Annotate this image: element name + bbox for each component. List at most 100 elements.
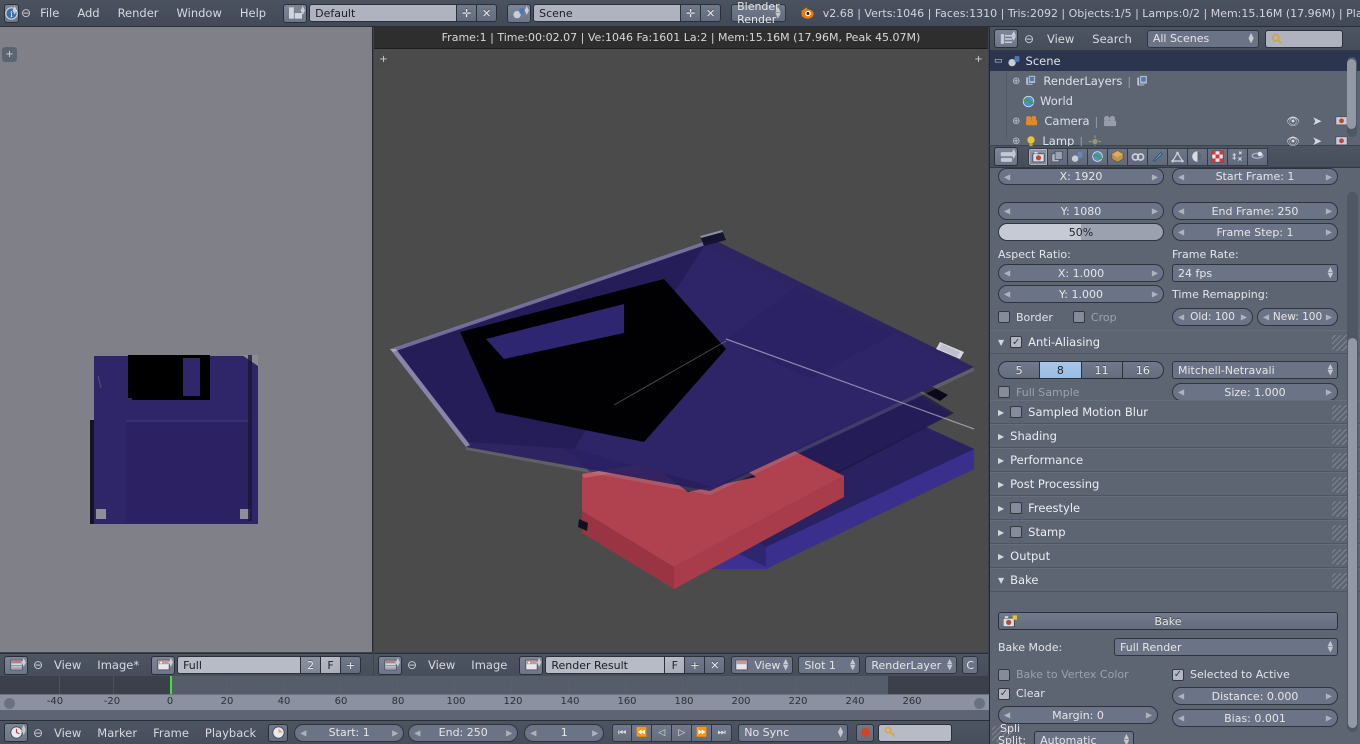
bake-mode-dropdown[interactable]: Full Render ▲ ▼ — [1114, 638, 1338, 656]
renderlayer-datablock-icon[interactable] — [1136, 74, 1150, 88]
frame-rate-dropdown[interactable]: 24 fps ▲ ▼ — [1172, 264, 1338, 282]
aa-samples-8[interactable]: 8 — [1040, 361, 1082, 379]
current-frame-field[interactable]: ◀ 1 ▶ — [524, 723, 605, 742]
decrement-arrow-icon[interactable]: ◀ — [1004, 711, 1010, 720]
properties-tab-physics[interactable] — [1248, 147, 1268, 166]
render-canvas[interactable]: + + — [374, 49, 988, 652]
expand-plus-icon[interactable]: ⊕ — [1012, 76, 1020, 87]
render-result-name-field[interactable]: Render Result — [545, 656, 666, 674]
outliner-display-mode-dropdown[interactable]: All Scenes ▲ ▼ — [1146, 29, 1259, 48]
decrement-arrow-icon[interactable]: ◀ — [1178, 692, 1184, 701]
properties-tab-modifiers[interactable] — [1148, 147, 1168, 166]
timeline-menu-frame[interactable]: Frame — [145, 721, 197, 744]
resolution-y-field[interactable]: ◀ Y: 1080 ▶ — [998, 202, 1164, 220]
outliner-search-input[interactable] — [1264, 29, 1343, 48]
panel-header-output[interactable]: ▶ Output — [990, 544, 1360, 568]
editor-type-properties-icon[interactable]: ▲ ▼ — [994, 147, 1018, 166]
panel-header-stamp[interactable]: ▶ Stamp — [990, 520, 1360, 544]
aa-size-field[interactable]: ◀ Size: 1.000 ▶ — [1172, 383, 1338, 401]
properties-tab-material[interactable] — [1188, 147, 1208, 166]
menu-add[interactable]: Add — [68, 0, 108, 27]
render-result-datablock-icon[interactable]: ▲ ▼ — [519, 655, 544, 675]
decrement-arrow-icon[interactable]: ◀ — [1178, 313, 1184, 322]
editor-type-uv-icon[interactable]: ▲ ▼ — [4, 655, 28, 675]
panel-expand-triangle-icon[interactable]: ▶ — [998, 456, 1004, 465]
decrement-arrow-icon[interactable]: ◀ — [1178, 388, 1184, 397]
image-view-mode-dropdown[interactable]: View ▲ ▼ — [731, 656, 794, 674]
play-reverse-button[interactable]: ◁ — [652, 723, 673, 742]
camera-data-icon[interactable] — [1103, 115, 1118, 128]
timeline-collapse-menu-icon[interactable]: ⊖ — [30, 726, 46, 740]
properties-tab-scene[interactable] — [1068, 147, 1088, 166]
increment-arrow-icon[interactable]: ▶ — [1326, 313, 1332, 322]
aa-samples-11[interactable]: 11 — [1081, 361, 1123, 379]
aa-samples-16[interactable]: 16 — [1122, 361, 1164, 379]
resolution-x-field[interactable]: ◀ X: 1920 ▶ — [998, 168, 1164, 185]
menu-render[interactable]: Render — [109, 0, 168, 27]
timeline-menu-marker[interactable]: Marker — [89, 721, 145, 744]
timeline-scrollbar-right-handle[interactable] — [974, 698, 985, 709]
properties-tab-object[interactable] — [1108, 147, 1128, 166]
render-result-new-button[interactable]: + — [685, 656, 706, 674]
outliner-item-world[interactable]: World — [990, 91, 1360, 111]
image-menu-image[interactable]: Image — [463, 654, 515, 677]
start-frame-field[interactable]: ◀ Start Frame: 1 ▶ — [1172, 168, 1338, 185]
menu-window[interactable]: Window — [168, 0, 231, 27]
decrement-arrow-icon[interactable]: ◀ — [1178, 172, 1184, 181]
properties-tab-constraints[interactable] — [1128, 147, 1148, 166]
image-fake-user-button[interactable]: F — [321, 656, 342, 674]
properties-tab-texture[interactable] — [1208, 147, 1228, 166]
render-result-fake-user-button[interactable]: F — [665, 656, 686, 674]
increment-arrow-icon[interactable]: ▶ — [1146, 711, 1152, 720]
increment-arrow-icon[interactable]: ▶ — [1326, 692, 1332, 701]
decrement-arrow-icon[interactable]: ◀ — [1004, 172, 1010, 181]
decrement-arrow-icon[interactable]: ◀ — [1178, 228, 1184, 237]
render-engine-dropdown[interactable]: Blender Render ▲ ▼ — [731, 0, 786, 26]
increment-arrow-icon[interactable]: ▶ — [592, 728, 598, 737]
selected-to-active-checkbox[interactable]: ✓ — [1172, 668, 1184, 681]
editor-type-outliner-icon[interactable]: ▲ ▼ — [994, 29, 1018, 48]
uv-collapse-menu-icon[interactable]: ⊖ — [30, 658, 46, 672]
scene-icon[interactable]: ▲ ▼ — [507, 3, 532, 23]
panel-header-anti-aliasing[interactable]: ▼ ✓ Anti-Aliasing — [990, 330, 1360, 354]
uv-image-name-field[interactable]: Full — [177, 656, 302, 674]
scene-name-field[interactable]: Scene — [533, 4, 682, 22]
aa-filter-dropdown[interactable]: Mitchell-Netravali ▲ ▼ — [1172, 361, 1338, 379]
use-preview-range-button[interactable] — [268, 723, 289, 742]
menu-help[interactable]: Help — [231, 0, 275, 27]
render-pass-dropdown[interactable]: C — [962, 656, 979, 674]
aspect-x-field[interactable]: ◀ X: 1.000 ▶ — [998, 264, 1164, 282]
panel-header-sampled-motion-blur[interactable]: ▶ Sampled Motion Blur — [990, 400, 1360, 424]
timeline-menu-playback[interactable]: Playback — [197, 721, 264, 744]
timeline-scrollbar-left-handle[interactable] — [4, 698, 15, 709]
render-properties-expand-icon[interactable]: + — [971, 52, 986, 67]
panel-expand-triangle-icon[interactable]: ▶ — [998, 504, 1004, 513]
timeline-strip[interactable] — [0, 676, 989, 694]
panel-expand-triangle-icon[interactable]: ▼ — [998, 576, 1004, 585]
margin-field[interactable]: ◀ Margin: 0 ▶ — [998, 706, 1158, 724]
image-new-button[interactable]: + — [341, 656, 362, 674]
distance-field[interactable]: ◀ Distance: 0.000 ▶ — [1172, 687, 1338, 705]
bias-field[interactable]: ◀ Bias: 0.001 ▶ — [1172, 709, 1338, 727]
render-layer-dropdown[interactable]: RenderLayer ▲ ▼ — [865, 656, 958, 674]
decrement-arrow-icon[interactable]: ◀ — [414, 728, 420, 737]
properties-tab-render[interactable] — [1028, 147, 1048, 166]
end-frame-field[interactable]: ◀ End: 250 ▶ — [408, 723, 519, 742]
next-keyframe-button[interactable]: ⏩ — [692, 723, 713, 742]
increment-arrow-icon[interactable]: ▶ — [1326, 388, 1332, 397]
border-checkbox[interactable] — [998, 311, 1010, 323]
add-screen-layout-button[interactable]: ✛ — [457, 4, 478, 22]
decrement-arrow-icon[interactable]: ◀ — [1004, 207, 1010, 216]
editor-type-info-icon[interactable]: i ▲ ▼ — [4, 3, 19, 23]
screen-layout-field[interactable]: Default — [309, 4, 458, 22]
jump-to-end-button[interactable]: ⏭ — [712, 723, 733, 742]
time-remap-old-field[interactable]: ◀ Old: 100 ▶ — [1172, 308, 1253, 326]
stamp-checkbox[interactable] — [1010, 526, 1023, 538]
panel-header-performance[interactable]: ▶ Performance — [990, 448, 1360, 472]
uv-toolshelf-expand-icon[interactable]: + — [2, 47, 17, 62]
screen-layout-icon[interactable]: ▲ ▼ — [283, 3, 308, 23]
timeline-ruler[interactable]: -40 -20 0 20 40 60 80 100 120 140 160 18… — [0, 694, 989, 710]
increment-arrow-icon[interactable]: ▶ — [1152, 172, 1158, 181]
panel-expand-triangle-icon[interactable]: ▶ — [998, 480, 1004, 489]
start-frame-field[interactable]: ◀ Start: 1 ▶ — [294, 723, 405, 742]
